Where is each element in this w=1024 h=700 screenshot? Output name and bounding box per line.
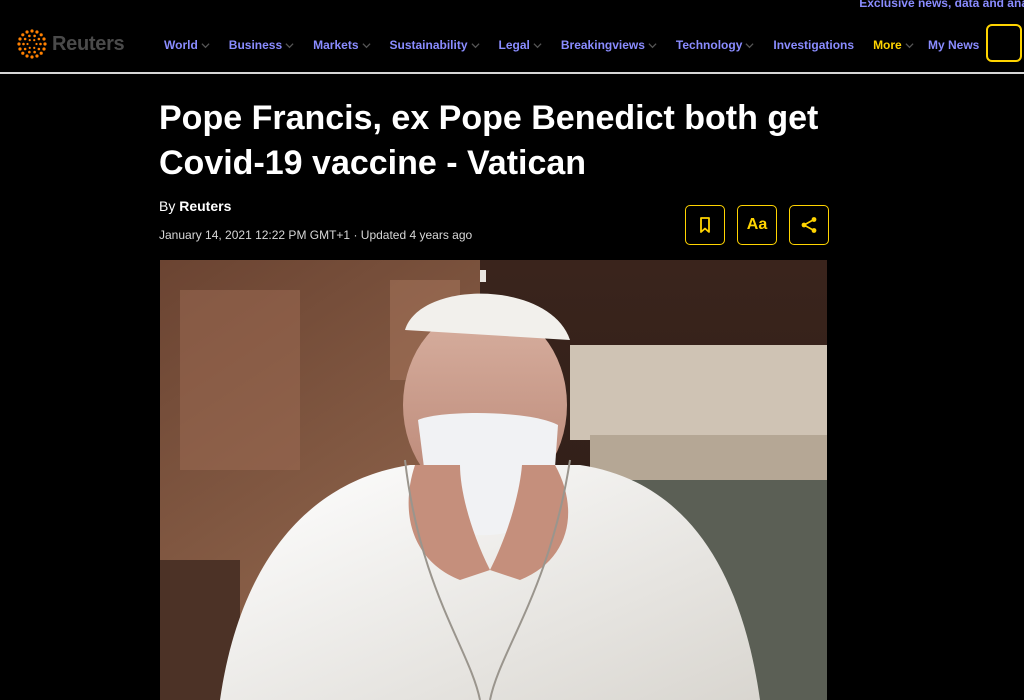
nav-label: Business (228, 38, 283, 52)
logo-dot (39, 42, 42, 46)
logo-dot (21, 33, 25, 37)
text-size-button[interactable]: Aa (737, 205, 777, 245)
bookmark-button[interactable] (685, 205, 725, 245)
logo-dot (37, 37, 41, 41)
logo-dot (33, 39, 36, 42)
nav-label: Technology (675, 38, 743, 52)
nav-item-world[interactable]: World (164, 38, 210, 52)
logo-dot (28, 50, 31, 54)
article-dateline: January 14, 2021 12:22 PM GMT+1 · Update… (159, 228, 473, 242)
logo-dot (33, 34, 36, 38)
nav-label: Investigations (773, 38, 855, 52)
logo-dot (25, 30, 29, 34)
my-news-link[interactable]: My News (928, 38, 979, 52)
logo-dot (30, 55, 34, 59)
logo-dot (28, 39, 31, 42)
logo-dot (43, 42, 47, 46)
byline-prefix: By (159, 198, 176, 214)
logo-dot (26, 42, 29, 46)
nav-item-investigations[interactable]: Investigations (773, 38, 854, 52)
nav-item-markets[interactable]: Markets (313, 38, 371, 52)
chevron-down-icon (533, 42, 542, 48)
logo-dot (42, 37, 46, 41)
nav-label: Breakingviews (560, 38, 645, 52)
article-tools: Aa (685, 205, 829, 245)
text-size-label: Aa (746, 216, 768, 233)
pope-photo-illustration (160, 260, 827, 700)
nav-label: Sustainability (389, 38, 468, 52)
logo-dot (35, 54, 39, 58)
bookmark-icon (700, 217, 710, 233)
logo-dot (35, 42, 38, 46)
nav-item-breakingviews[interactable]: Breakingviews (561, 38, 657, 52)
nav-label: World (164, 38, 198, 52)
logo-dot (39, 33, 43, 37)
logo-dot (42, 47, 46, 51)
author-link[interactable]: Reuters (179, 198, 231, 214)
logo-dot (39, 51, 43, 55)
brand-name: Reuters (52, 32, 125, 55)
chevron-down-icon (745, 42, 754, 48)
nav-item-business[interactable]: Business (229, 38, 294, 52)
nav-label: Markets (313, 38, 359, 52)
nav-label: Legal (498, 38, 530, 52)
chevron-down-icon (201, 42, 210, 48)
logo-dot (22, 42, 25, 46)
account-button[interactable] (986, 24, 1022, 62)
logo-dot (17, 42, 21, 46)
nav-item-legal[interactable]: Legal (499, 38, 542, 52)
nav-label: More (873, 38, 902, 52)
chevron-down-icon (905, 42, 914, 48)
chevron-down-icon (361, 42, 371, 48)
site-header: Reuters World Business Markets Sustainab… (0, 0, 1024, 74)
share-button[interactable] (789, 205, 829, 245)
chevron-down-icon (470, 42, 480, 48)
logo-dot (28, 46, 31, 49)
logo-dot (33, 46, 36, 49)
chevron-down-icon (648, 42, 657, 48)
logo-dot (35, 30, 39, 34)
logo-dot (18, 47, 22, 51)
article-photo[interactable] (160, 260, 827, 700)
nav-item-more[interactable]: More (873, 38, 914, 52)
logo-dot (25, 54, 29, 58)
byline: By Reuters (159, 198, 231, 214)
logo-dot (33, 50, 36, 54)
main-nav: World Business Markets Sustainability Le… (164, 38, 933, 52)
logo-dot (37, 47, 41, 51)
chevron-down-icon (285, 42, 294, 48)
share-icon (801, 217, 817, 233)
nav-item-sustainability[interactable]: Sustainability (390, 38, 480, 52)
logo-dot (23, 47, 27, 51)
article-headline: Pope Francis, ex Pope Benedict both get … (159, 99, 819, 182)
logo-dot (28, 34, 31, 38)
logo-dot (23, 37, 27, 41)
logo-dot (18, 37, 22, 41)
logo-dot (21, 51, 25, 55)
logo-dot (30, 29, 34, 33)
nav-item-technology[interactable]: Technology (676, 38, 754, 52)
reuters-logo-icon (17, 29, 47, 59)
reuters-logo[interactable]: Reuters (16, 28, 125, 60)
